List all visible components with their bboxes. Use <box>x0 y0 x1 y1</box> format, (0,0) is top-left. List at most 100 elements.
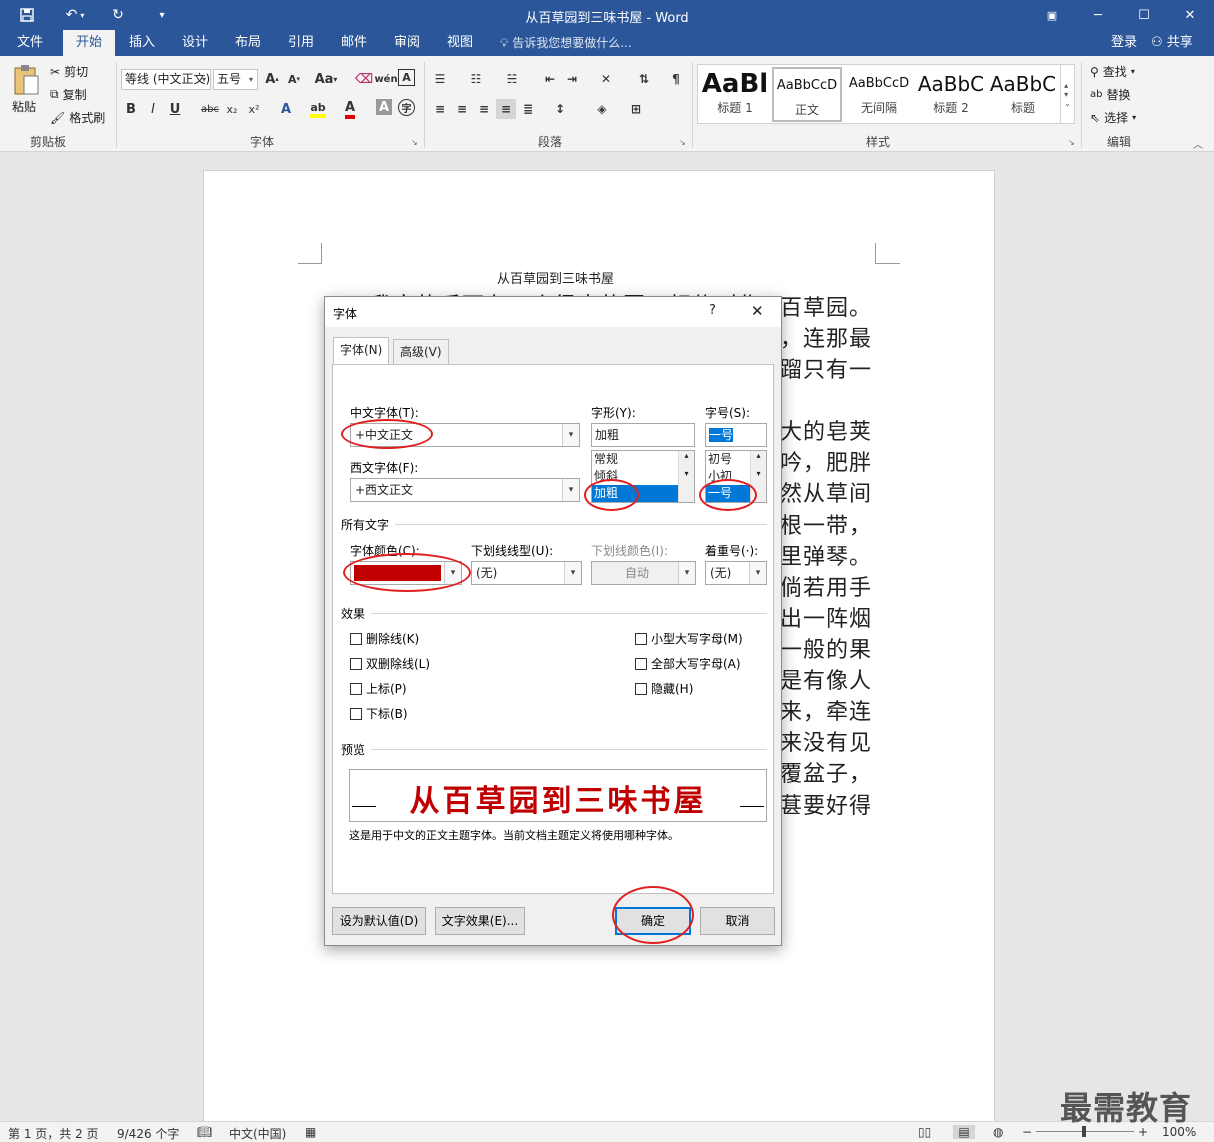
clear-format-icon[interactable]: ⌫ <box>354 69 374 89</box>
login-link[interactable]: 登录 <box>1111 30 1137 56</box>
italic-icon[interactable]: I <box>143 99 163 119</box>
shading-icon[interactable]: ◈ <box>592 99 612 119</box>
tab-insert[interactable]: 插入 <box>120 30 164 56</box>
set-default-button[interactable]: 设为默认值(D) <box>332 907 426 935</box>
style-heading-1[interactable]: AaBl 标题 1 <box>700 67 770 122</box>
text-effects-icon[interactable]: A <box>276 99 296 119</box>
paste-button[interactable]: 粘贴 <box>12 98 36 115</box>
web-layout-icon[interactable]: ◍ <box>993 1125 1003 1139</box>
dialog-launcher-icon[interactable]: ↘ <box>1068 138 1075 147</box>
share-button[interactable]: ⚇ 共享 <box>1151 30 1193 56</box>
ok-button[interactable]: 确定 <box>615 907 691 935</box>
dialog-launcher-icon[interactable]: ↘ <box>679 138 686 147</box>
macro-icon[interactable]: ▦ <box>305 1125 316 1139</box>
emphasis-combo[interactable]: (无) ▾ <box>705 561 767 585</box>
help-button[interactable]: ? <box>709 303 716 318</box>
underline-icon[interactable]: U <box>165 99 185 119</box>
styles-scroll[interactable]: ▴ ▾ ⌄ <box>1060 64 1074 124</box>
close-window-button[interactable]: ✕ <box>1167 0 1213 30</box>
change-case-icon[interactable]: Aa ▾ <box>312 69 340 89</box>
tab-references[interactable]: 引用 <box>279 30 323 56</box>
word-count[interactable]: 9/426 个字 <box>117 1125 179 1142</box>
align-right-icon[interactable]: ≡ <box>474 99 494 119</box>
copy-button[interactable]: ⧉ 复制 <box>50 86 87 103</box>
format-painter-button[interactable]: 🖌︎ 格式刷 <box>50 109 105 126</box>
distributed-icon[interactable]: ≣ <box>518 99 538 119</box>
tab-file[interactable]: 文件 <box>8 30 52 56</box>
align-center-icon[interactable]: ≡ <box>452 99 472 119</box>
bullets-icon[interactable]: ☰ <box>430 69 450 89</box>
subscript-icon[interactable]: x₂ <box>222 99 242 119</box>
line-spacing-icon[interactable]: ↕ <box>550 99 570 119</box>
dialog-launcher-icon[interactable]: ↘ <box>411 138 418 147</box>
small-caps-checkbox[interactable]: 小型大写字母(M) <box>635 630 743 647</box>
decrease-indent-icon[interactable]: ⇤ <box>540 69 560 89</box>
find-button[interactable]: ⚲ 查找 ▾ <box>1090 63 1135 80</box>
tab-advanced[interactable]: 高级(V) <box>393 339 449 365</box>
align-left-icon[interactable]: ≡ <box>430 99 450 119</box>
tab-mailings[interactable]: 邮件 <box>332 30 376 56</box>
cut-button[interactable]: ✂ 剪切 <box>50 63 88 80</box>
borders-icon[interactable]: ⊞ <box>626 99 646 119</box>
style-normal[interactable]: AaBbCcD 正文 <box>772 67 842 122</box>
tab-layout[interactable]: 布局 <box>226 30 270 56</box>
subscript-checkbox[interactable]: 下标(B) <box>350 705 408 722</box>
clipboard-icon[interactable] <box>10 62 42 98</box>
char-border-icon[interactable]: A <box>398 69 415 86</box>
tab-view[interactable]: 视图 <box>438 30 482 56</box>
style-heading-2[interactable]: AaBbC 标题 2 <box>916 67 986 122</box>
phonetic-guide-icon[interactable]: wén <box>374 69 397 89</box>
language[interactable]: 中文(中国) <box>229 1125 286 1142</box>
style-input[interactable]: 加粗 <box>591 423 695 447</box>
underline-combo[interactable]: (无) ▾ <box>471 561 582 585</box>
show-marks-icon[interactable]: ¶ <box>666 69 686 89</box>
zoom-out-icon[interactable]: − <box>1022 1125 1032 1139</box>
scrollbar[interactable]: ▴ ▾ <box>678 451 694 502</box>
shrink-font-icon[interactable]: A ▾ <box>284 69 304 89</box>
text-effects-button[interactable]: 文字效果(E)... <box>435 907 525 935</box>
ribbon-display-icon[interactable]: ▣ <box>1029 0 1075 30</box>
print-layout-icon[interactable]: ▤ <box>953 1125 975 1139</box>
page-count[interactable]: 第 1 页，共 2 页 <box>8 1125 99 1142</box>
increase-indent-icon[interactable]: ⇥ <box>562 69 582 89</box>
style-no-spacing[interactable]: AaBbCcD 无间隔 <box>844 67 914 122</box>
size-input[interactable]: 一号 <box>705 423 767 447</box>
enclose-char-icon[interactable]: 字 <box>398 99 415 116</box>
justify-icon[interactable]: ≡ <box>496 99 516 119</box>
collapse-ribbon-icon[interactable]: ︿ <box>1193 136 1203 151</box>
strikethrough-icon[interactable]: abc <box>200 99 220 119</box>
scrollbar[interactable]: ▴ ▾ <box>750 451 766 502</box>
multilevel-list-icon[interactable]: ☵ <box>502 69 522 89</box>
font-name-combo[interactable]: 等线 (中文正文) ▾ <box>121 69 211 90</box>
size-list[interactable]: 初号 小初 一号 ▴ ▾ <box>705 450 767 503</box>
west-font-combo[interactable]: +西文正文 ▾ <box>350 478 580 502</box>
sort-icon[interactable]: ⇅ <box>634 69 654 89</box>
char-shading-icon[interactable]: A <box>376 99 392 115</box>
hidden-checkbox[interactable]: 隐藏(H) <box>635 680 693 697</box>
grow-font-icon[interactable]: A ▴ <box>262 69 282 89</box>
maximize-button[interactable]: ☐ <box>1121 0 1167 30</box>
select-button[interactable]: ⇖ 选择 ▾ <box>1090 109 1136 126</box>
all-caps-checkbox[interactable]: 全部大写字母(A) <box>635 655 741 672</box>
highlight-icon[interactable]: ab <box>308 99 328 119</box>
font-color-combo[interactable]: ▾ <box>350 561 462 585</box>
superscript-icon[interactable]: x² <box>244 99 264 119</box>
cancel-button[interactable]: 取消 <box>700 907 775 935</box>
proofing-icon[interactable]: 📖︎ <box>197 1125 212 1139</box>
tab-home[interactable]: 开始 <box>63 30 115 56</box>
style-title[interactable]: AaBbC 标题 <box>988 67 1058 122</box>
font-size-combo[interactable]: 五号 ▾ <box>213 69 258 90</box>
numbering-icon[interactable]: ☷ <box>466 69 486 89</box>
strikethrough-checkbox[interactable]: 删除线(K) <box>350 630 419 647</box>
tell-me-search[interactable]: 💡︎ 告诉我您想要做什么... <box>500 30 632 56</box>
tab-font[interactable]: 字体(N) <box>333 337 390 366</box>
replace-button[interactable]: ab 替换 <box>1090 86 1131 103</box>
tab-review[interactable]: 审阅 <box>385 30 429 56</box>
read-mode-icon[interactable]: ▯▯ <box>918 1125 931 1139</box>
chinese-layout-icon[interactable]: ✕ <box>596 69 616 89</box>
double-strike-checkbox[interactable]: 双删除线(L) <box>350 655 430 672</box>
cn-font-combo[interactable]: +中文正文 ▾ <box>350 423 580 447</box>
close-icon[interactable]: ✕ <box>751 302 764 320</box>
font-color-icon[interactable]: A <box>340 99 360 119</box>
superscript-checkbox[interactable]: 上标(P) <box>350 680 407 697</box>
